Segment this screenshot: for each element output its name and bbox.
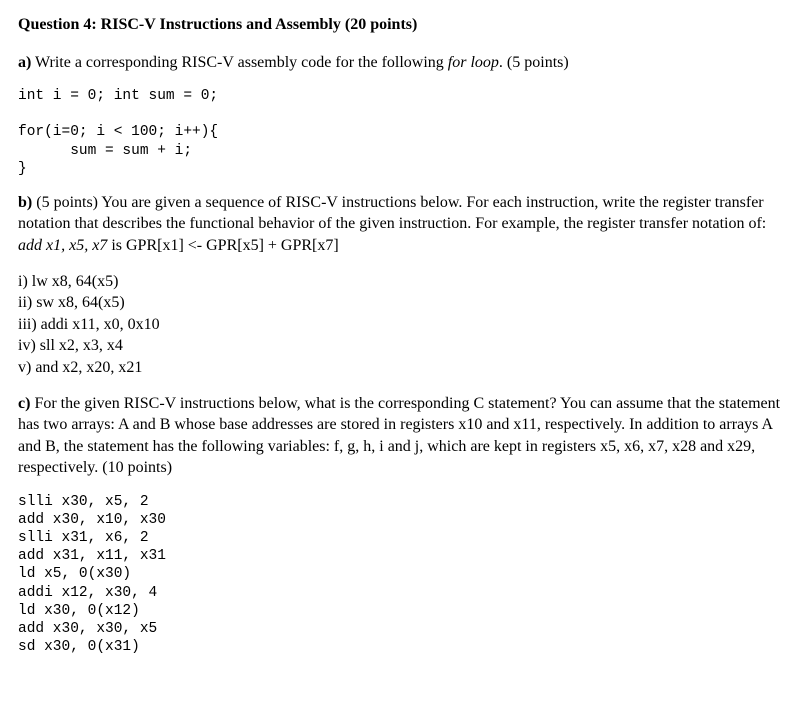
part-b-item-1: i) lw x8, 64(x5): [18, 271, 781, 293]
part-a-italic: for loop: [448, 54, 499, 71]
part-b-text1: (5 points) You are given a sequence of R…: [18, 194, 766, 233]
part-b-items: i) lw x8, 64(x5) ii) sw x8, 64(x5) iii) …: [18, 271, 781, 379]
part-c-text: For the given RISC-V instructions below,…: [18, 395, 780, 477]
part-a-code: int i = 0; int sum = 0; for(i=0; i < 100…: [18, 87, 781, 178]
part-c-code: slli x30, x5, 2 add x30, x10, x30 slli x…: [18, 493, 781, 656]
part-a-text2: . (5 points): [499, 54, 569, 71]
question-title: Question 4: RISC-V Instructions and Asse…: [18, 14, 781, 36]
part-b-item-5: v) and x2, x20, x21: [18, 357, 781, 379]
part-a-text1: Write a corresponding RISC-V assembly co…: [31, 54, 447, 71]
part-c-prompt: c) For the given RISC-V instructions bel…: [18, 393, 781, 479]
part-a-label: a): [18, 54, 31, 71]
part-b-item-3: iii) addi x11, x0, 0x10: [18, 314, 781, 336]
part-b-prompt: b) (5 points) You are given a sequence o…: [18, 192, 781, 257]
part-b-item-4: iv) sll x2, x3, x4: [18, 335, 781, 357]
part-a-prompt: a) Write a corresponding RISC-V assembly…: [18, 52, 781, 74]
part-c-label: c): [18, 395, 30, 412]
part-b-italic: add x1, x5, x7: [18, 237, 107, 254]
part-b-item-2: ii) sw x8, 64(x5): [18, 292, 781, 314]
part-b-label: b): [18, 194, 32, 211]
part-b-text2: is GPR[x1] <- GPR[x5] + GPR[x7]: [107, 237, 338, 254]
